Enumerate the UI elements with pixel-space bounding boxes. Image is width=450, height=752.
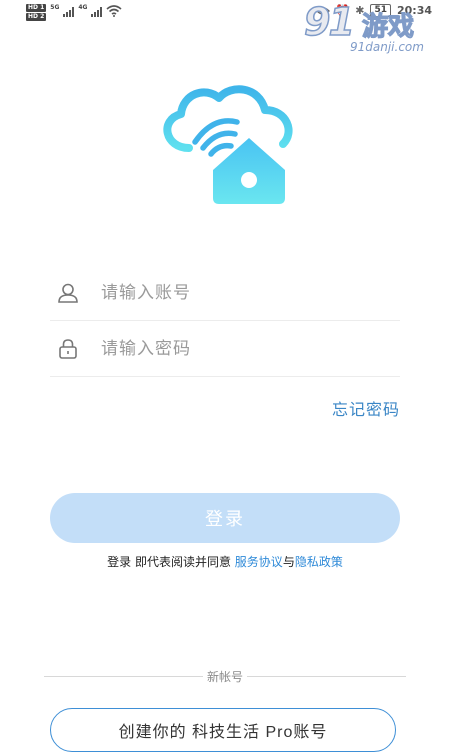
sim1-badge: HD 1 (26, 4, 47, 12)
new-account-label: 新帐号 (202, 670, 247, 684)
network-type-2: 4G (78, 4, 88, 11)
status-left: HD 1 HD 2 5G 4G (26, 4, 123, 21)
forgot-password-link[interactable]: 忘记密码 (332, 396, 400, 420)
watermark-logo: 91 游戏 91danji.com (303, 0, 440, 62)
watermark-number: 91 (303, 0, 355, 44)
sim2-badge: HD 2 (26, 13, 47, 21)
login-button[interactable]: 登录 (50, 493, 400, 543)
app-logo-icon (163, 85, 293, 204)
agreement-text: 登录 即代表阅读并同意 服务协议与隐私政策 (0, 553, 450, 570)
user-icon (57, 282, 79, 304)
network-type-1: 5G (50, 4, 60, 11)
agreement-conjunction: 与 (282, 555, 295, 569)
service-agreement-link[interactable]: 服务协议 (235, 555, 283, 569)
account-field[interactable] (50, 266, 400, 321)
password-field[interactable] (50, 322, 400, 377)
new-account-divider: 新帐号 (0, 668, 450, 685)
create-account-button[interactable]: 创建你的 科技生活 Pro账号 (50, 708, 396, 752)
account-input[interactable] (101, 283, 400, 303)
privacy-policy-link[interactable]: 隐私政策 (295, 555, 343, 569)
sim-indicators: HD 1 HD 2 (26, 4, 47, 21)
watermark-url: 91danji.com (350, 40, 424, 54)
lock-icon (57, 338, 79, 360)
password-input[interactable] (101, 339, 400, 359)
agreement-prefix: 登录 即代表阅读并同意 (107, 555, 235, 569)
signal-icon (91, 6, 103, 17)
wifi-icon (106, 5, 123, 17)
signal-icon (63, 6, 75, 17)
watermark-text: 游戏 (361, 11, 415, 42)
